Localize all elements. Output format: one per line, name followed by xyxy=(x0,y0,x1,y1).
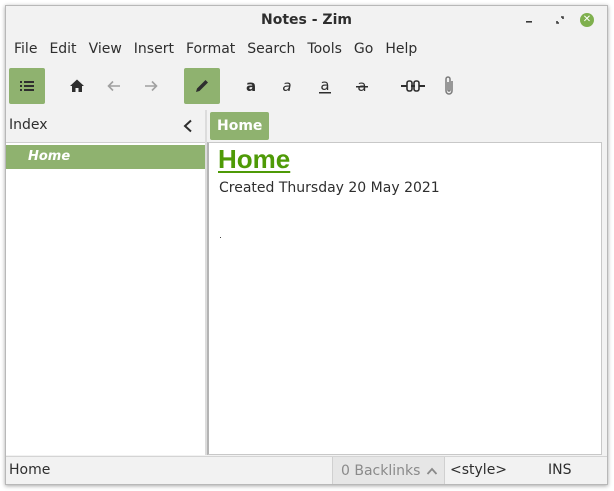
bold-button[interactable]: a xyxy=(233,68,269,104)
menu-edit[interactable]: Edit xyxy=(43,41,82,57)
menu-file[interactable]: File xyxy=(8,41,43,57)
menu-insert[interactable]: Insert xyxy=(128,41,180,57)
page-created-text[interactable]: Created Thursday 20 May 2021 xyxy=(219,180,440,196)
svg-text:a: a xyxy=(282,77,291,95)
edit-mode-button[interactable] xyxy=(184,68,220,104)
app-window: Notes - Zim ✕ File Edit View Insert Form… xyxy=(5,5,608,485)
close-icon: ✕ xyxy=(580,13,594,27)
collapse-index-button[interactable] xyxy=(178,116,198,136)
index-item-home[interactable]: Home xyxy=(6,145,205,169)
status-insert-mode: INS xyxy=(548,462,572,478)
path-button-home[interactable]: Home xyxy=(210,112,270,140)
text-cursor xyxy=(220,237,221,238)
toolbar: a a a a xyxy=(6,66,607,106)
maximize-icon xyxy=(556,16,564,24)
pencil-edit-icon xyxy=(196,80,208,92)
backlinks-label: 0 Backlinks xyxy=(341,462,421,479)
minimize-icon xyxy=(526,21,532,23)
attachment-icon xyxy=(445,76,453,95)
chevron-up-icon xyxy=(427,467,438,475)
strikethrough-icon: a xyxy=(356,77,368,95)
underline-button[interactable]: a xyxy=(307,68,343,104)
menu-search[interactable]: Search xyxy=(241,41,301,57)
forward-button[interactable] xyxy=(133,68,169,104)
close-button[interactable]: ✕ xyxy=(578,11,596,29)
back-button[interactable] xyxy=(96,68,132,104)
backlinks-button[interactable]: 0 Backlinks xyxy=(332,457,445,484)
link-icon xyxy=(401,80,425,92)
page-heading[interactable]: Home xyxy=(218,144,290,175)
attach-file-button[interactable] xyxy=(431,68,467,104)
minimize-button[interactable] xyxy=(520,11,538,29)
titlebar[interactable]: Notes - Zim ✕ xyxy=(6,6,607,34)
menu-format[interactable]: Format xyxy=(180,41,241,57)
menu-help[interactable]: Help xyxy=(379,41,423,57)
index-tree[interactable]: Home xyxy=(6,142,205,455)
status-style-button[interactable]: <style> xyxy=(450,462,507,478)
svg-text:a: a xyxy=(320,77,329,94)
chevron-left-icon xyxy=(183,119,192,133)
italic-button[interactable]: a xyxy=(269,68,305,104)
home-icon xyxy=(70,79,84,92)
pathbar: Home xyxy=(207,110,607,142)
index-pane-header: Index xyxy=(6,110,205,142)
statusbar: Home 0 Backlinks <style> INS xyxy=(6,456,607,484)
menu-go[interactable]: Go xyxy=(348,41,379,57)
svg-text:a: a xyxy=(246,77,256,95)
home-button[interactable] xyxy=(59,68,95,104)
insert-link-button[interactable] xyxy=(395,68,431,104)
maximize-button[interactable] xyxy=(551,11,569,29)
window-title: Notes - Zim xyxy=(261,12,352,28)
underline-icon: a xyxy=(319,77,331,94)
strikethrough-button[interactable]: a xyxy=(344,68,380,104)
arrow-forward-icon xyxy=(145,80,158,92)
bold-icon: a xyxy=(246,77,256,95)
index-pane-title: Index xyxy=(9,117,48,133)
index-list-icon xyxy=(20,81,34,91)
menu-tools[interactable]: Tools xyxy=(301,41,348,57)
toggle-index-button[interactable] xyxy=(9,68,45,104)
page-editor[interactable]: Home Created Thursday 20 May 2021 xyxy=(207,142,602,455)
status-page-name: Home xyxy=(9,462,51,478)
menubar: File Edit View Insert Format Search Tool… xyxy=(6,36,607,62)
italic-icon: a xyxy=(282,77,291,95)
arrow-back-icon xyxy=(107,80,120,92)
menu-view[interactable]: View xyxy=(83,41,128,57)
